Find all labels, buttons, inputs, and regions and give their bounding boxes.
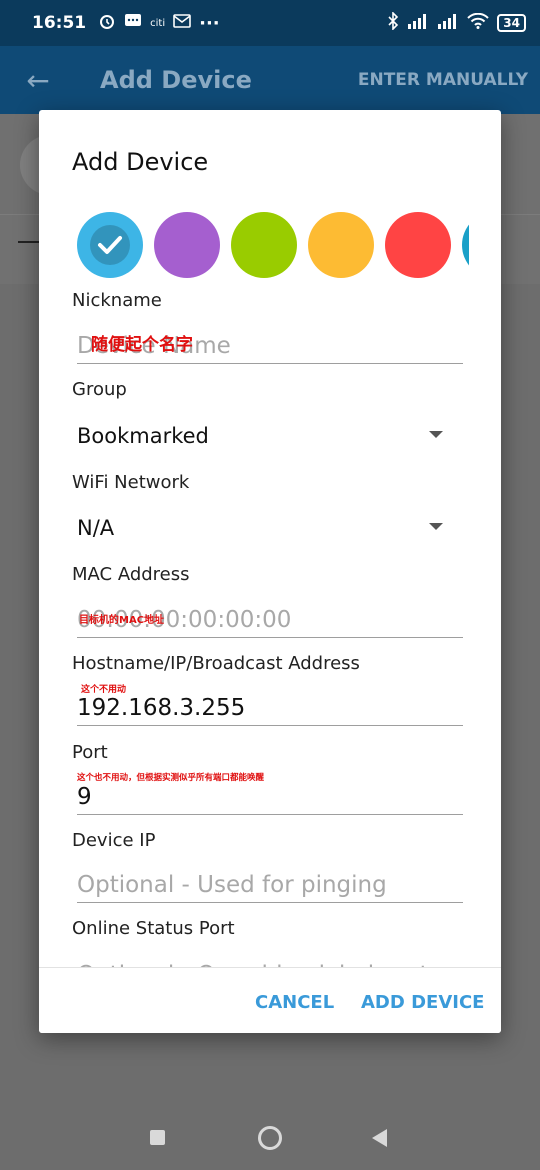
outlook-icon <box>173 13 191 33</box>
online-port-label: Online Status Port <box>72 918 235 939</box>
nickname-annotation: 随便起个名字 <box>91 335 193 355</box>
color-swatch-orange[interactable] <box>308 212 374 278</box>
dialog-title: Add Device <box>72 148 209 176</box>
cancel-button[interactable]: CANCEL <box>255 992 334 1013</box>
device-ip-placeholder: Optional - Used for pinging <box>77 872 387 898</box>
device-ip-field[interactable]: Optional - Used for pinging <box>77 863 463 903</box>
wifi-icon <box>467 12 490 33</box>
status-bar: 16:51 citi ··· 34 <box>0 0 540 46</box>
recents-icon[interactable] <box>150 1130 165 1145</box>
wifi-value: N/A <box>77 516 115 540</box>
color-picker <box>77 212 469 280</box>
color-swatch-blue[interactable] <box>77 212 143 278</box>
host-label: Hostname/IP/Broadcast Address <box>72 653 360 674</box>
color-swatch-green[interactable] <box>231 212 297 278</box>
signal-icon <box>407 13 429 33</box>
background-dash <box>18 241 40 243</box>
color-swatch-red[interactable] <box>385 212 451 278</box>
device-ip-label: Device IP <box>72 830 156 851</box>
port-label: Port <box>72 742 108 763</box>
signal-2-icon <box>437 13 459 33</box>
host-value: 192.168.3.255 <box>77 695 246 721</box>
add-device-dialog: Add Device Nickname Device Name 随便起个名字 G… <box>39 110 501 1033</box>
group-value: Bookmarked <box>77 424 209 448</box>
port-field[interactable]: 9 <box>77 775 463 815</box>
alarm-icon <box>98 12 116 34</box>
status-right-icons: 34 <box>387 11 526 34</box>
enter-manually-button[interactable]: ENTER MANUALLY <box>358 70 528 90</box>
system-nav-bar <box>0 1100 540 1170</box>
status-left-icons: citi ··· <box>98 12 220 34</box>
add-device-button[interactable]: ADD DEVICE <box>361 992 484 1013</box>
status-time: 16:51 <box>32 13 87 33</box>
nickname-label: Nickname <box>72 290 162 311</box>
battery-icon: 34 <box>497 14 526 32</box>
wifi-select[interactable]: N/A <box>77 508 463 548</box>
app-bar: ← Add Device ENTER MANUALLY <box>0 46 540 114</box>
host-field[interactable]: 192.168.3.255 <box>77 686 463 726</box>
mac-label: MAC Address <box>72 564 190 585</box>
app-bar-title: Add Device <box>100 66 252 94</box>
dropdown-arrow-icon <box>429 431 443 438</box>
group-label: Group <box>72 379 127 400</box>
back-arrow-icon[interactable]: ← <box>0 64 76 97</box>
citi-icon: citi <box>150 17 166 29</box>
color-swatch-purple[interactable] <box>154 212 220 278</box>
back-icon[interactable] <box>372 1129 387 1147</box>
home-icon[interactable] <box>258 1126 282 1150</box>
bluetooth-icon <box>387 11 399 34</box>
port-value: 9 <box>77 784 92 810</box>
group-select[interactable]: Bookmarked <box>77 416 463 456</box>
wifi-label: WiFi Network <box>72 472 190 493</box>
message-icon <box>124 12 142 34</box>
color-swatch-teal[interactable] <box>462 212 469 278</box>
more-icon: ··· <box>199 12 220 34</box>
mac-annotation: 目标机的MAC地址 <box>79 615 165 626</box>
dialog-actions: CANCEL ADD DEVICE <box>39 968 501 1033</box>
checkmark-icon <box>90 225 130 265</box>
dropdown-arrow-icon <box>429 523 443 530</box>
